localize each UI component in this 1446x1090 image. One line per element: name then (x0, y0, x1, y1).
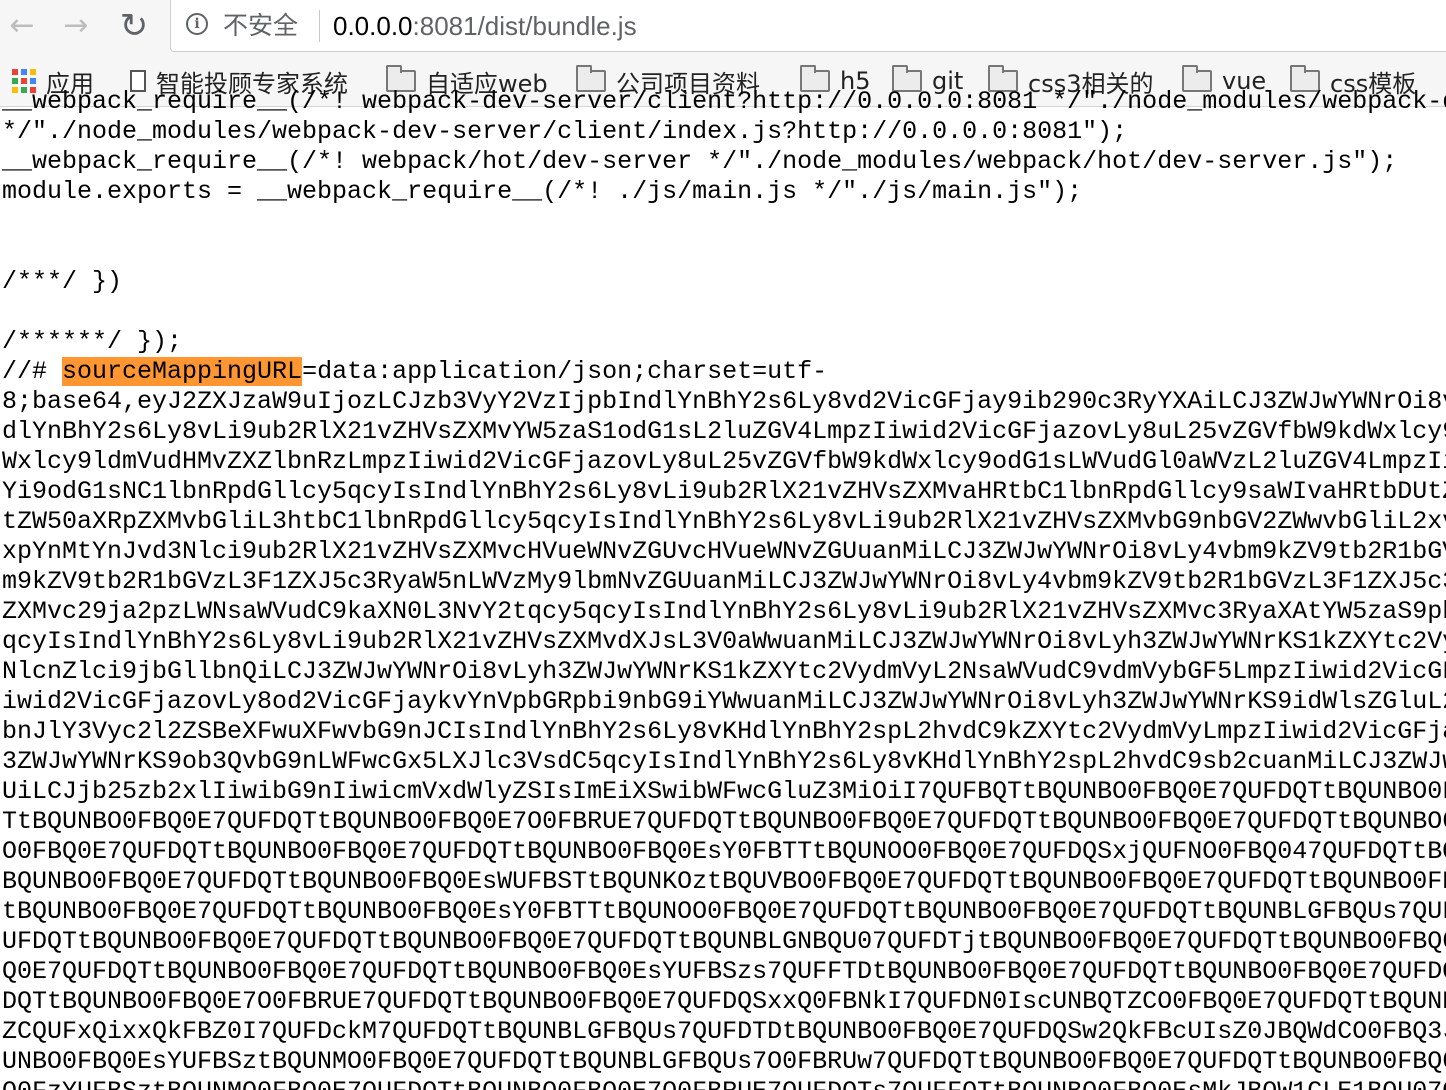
code-line: O0FBQ0E7QUFDQTtBQUNBO0FBQ0E7QUFDQTtBQUNB… (2, 837, 1446, 866)
reload-icon: ↻ (119, 6, 149, 46)
code-line: DQTtBQUNBO0FBQ0E7O0FBRUE7QUFDQTtBQUNBO0F… (2, 987, 1446, 1016)
code-line: O0FzYUFBSztBQUNMO0FBQ0E7QUFDQTtBQUNBO0FB… (2, 1077, 1446, 1090)
code-line: module.exports = __webpack_require__(/*!… (2, 177, 1083, 206)
code-line: xpYnMtYnJvd3Nlci9ub2RlX21vZHVsZXMvcHVueW… (2, 537, 1446, 566)
code-line: ZCQUFxQixxQkFBZ0I7QUFDckM7QUFDQTtBQUNBLG… (2, 1017, 1446, 1046)
code-line: __webpack_require__(/*! webpack-dev-serv… (2, 87, 1446, 116)
search-highlight: sourceMappingURL (62, 357, 303, 386)
url-text[interactable]: 0.0.0.0:8081/dist/bundle.js (333, 10, 637, 42)
code-line: Q0E7QUFDQTtBQUNBO0FBQ0E7QUFDQTtBQUNBO0FB… (2, 957, 1446, 986)
code-line: BQUNBO0FBQ0E7QUFDQTtBQUNBO0FBQ0EsWUFBSTt… (2, 867, 1446, 896)
code-line: 8;base64,eyJ2ZXJzaW9uIjozLCJzb3VyY2VzIjp… (2, 387, 1446, 416)
code-line: */"./node_modules/webpack-dev-server/cli… (2, 117, 1128, 146)
source-code-view: __webpack_require__(/*! webpack-dev-serv… (2, 87, 1446, 1090)
arrow-right-icon: → (63, 8, 89, 43)
code-line: UiLCJjb25zb2xlIiwibG9nIiwicmVxdWlyZSIsIm… (2, 777, 1446, 806)
info-icon[interactable]: i (186, 13, 208, 35)
code-line: TtBQUNBO0FBQ0E7QUFDQTtBQUNBO0FBQ0E7O0FBR… (2, 807, 1446, 836)
arrow-left-icon: ← (9, 8, 35, 43)
code-line: //# sourceMappingURL=data:application/js… (2, 357, 828, 386)
code-line: tBQUNBO0FBQ0E7QUFDQTtBQUNBO0FBQ0EsY0FBTT… (2, 897, 1446, 926)
code-line: bnJlY3Vyc2l2ZSBeXFwuXFwvbG9nJCIsIndlYnBh… (2, 717, 1446, 746)
url-host: 0.0.0.0 (333, 11, 413, 41)
code-line: UFDQTtBQUNBO0FBQ0E7QUFDQTtBQUNBO0FBQ0E7Q… (2, 927, 1446, 956)
browser-toolbar: ← → ↻ i 不安全 0.0.0.0:8081/dist/bundle.js (0, 0, 1446, 55)
back-button[interactable]: ← (0, 0, 44, 52)
code-line: /***/ }) (2, 267, 123, 296)
forward-button[interactable]: → (54, 0, 98, 52)
code-line: Yi9odG1sNC1lbnRpdGllcy5qcyIsIndlYnBhY2s6… (2, 477, 1446, 506)
code-line: Wxlcy9ldmVudHMvZXZlbnRzLmpzIiwid2VicGFja… (2, 447, 1446, 476)
code-line: 3ZWJwYWNrKS9ob3QvbG9nLWFwcGx5LXJlc3VsdC5… (2, 747, 1446, 776)
address-bar[interactable]: i 不安全 0.0.0.0:8081/dist/bundle.js (170, 0, 1446, 52)
url-divider (319, 10, 320, 42)
code-line: dlYnBhY2s6Ly8vLi9ub2RlX21vZHVsZXMvYW5zaS… (2, 417, 1446, 446)
code-line: UNBO0FBQ0EsYUFBSztBQUNMO0FBQ0E7QUFDQTtBQ… (2, 1047, 1446, 1076)
code-line: /******/ }); (2, 327, 183, 356)
url-path: :8081/dist/bundle.js (412, 11, 637, 41)
code-line: NlcnZlci9jbGllbnQiLCJ3ZWJwYWNrOi8vLyh3ZW… (2, 657, 1446, 686)
code-line: ZXMvc29ja2pzLWNsaWVudC9kaXN0L3NvY2tqcy5q… (2, 597, 1446, 626)
reload-button[interactable]: ↻ (112, 0, 156, 52)
code-line: m9kZV9tb2R1bGVzL3F1ZXJ5c3RyaW5nLWVzMy9lb… (2, 567, 1446, 596)
code-line: __webpack_require__(/*! webpack/hot/dev-… (2, 147, 1398, 176)
code-line: iwid2VicGFjazovLy8od2VicGFjaykvYnVpbGRpb… (2, 687, 1446, 716)
code-line: tZW50aXRpZXMvbGliL3htbC1lbnRpdGllcy5qcyI… (2, 507, 1446, 536)
security-label[interactable]: 不安全 (223, 10, 298, 42)
code-line: qcyIsIndlYnBhY2s6Ly8vLi9ub2RlX21vZHVsZXM… (2, 627, 1446, 656)
